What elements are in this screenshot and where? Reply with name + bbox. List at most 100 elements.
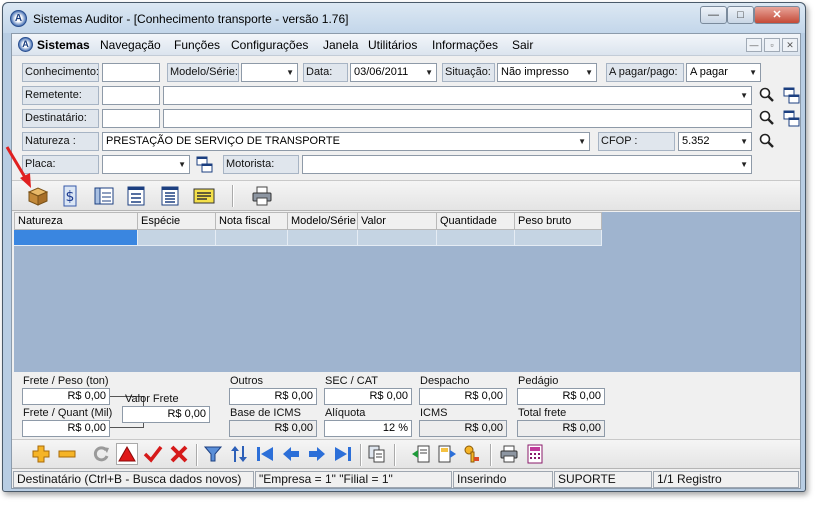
calculator-icon[interactable]: [524, 443, 546, 465]
remove-icon[interactable]: [56, 443, 78, 465]
despacho-label: Despacho: [420, 375, 470, 387]
last-record-icon[interactable]: [332, 443, 354, 465]
money-icon[interactable]: $: [58, 184, 82, 208]
grid-cell[interactable]: [138, 230, 216, 246]
close-button[interactable]: ✕: [754, 6, 800, 24]
import-icon[interactable]: [410, 443, 432, 465]
destinatario-search-icon[interactable]: [758, 109, 776, 127]
cancel-icon[interactable]: [168, 443, 190, 465]
menu-sair[interactable]: Sair: [512, 38, 533, 52]
a-pagar-pago-select[interactable]: A pagar: [686, 63, 761, 82]
data-date-picker[interactable]: 03/06/2011: [350, 63, 437, 82]
previous-record-icon[interactable]: [280, 443, 302, 465]
items-grid[interactable]: Natureza Espécie Nota fiscal Modelo/Séri…: [14, 212, 800, 372]
destinatario-name-field[interactable]: [163, 109, 752, 128]
first-record-icon[interactable]: [254, 443, 276, 465]
toolbar-separator: [196, 444, 198, 466]
modelo-serie-select[interactable]: [241, 63, 298, 82]
sort-icon[interactable]: [228, 443, 250, 465]
minimize-button[interactable]: —: [700, 6, 727, 24]
copy-record-icon[interactable]: [366, 443, 388, 465]
totals-panel: Frete / Peso (ton) R$ 0,00 Frete / Quant…: [12, 372, 800, 438]
header-form: Conhecimento: Modelo/Série: Data: 03/06/…: [12, 56, 800, 180]
menu-utilitarios[interactable]: Utilitários: [368, 38, 417, 52]
natureza-select[interactable]: PRESTAÇÃO DE SERVIÇO DE TRANSPORTE: [102, 132, 590, 151]
toolbar-separator: [394, 444, 396, 466]
export-icon[interactable]: [436, 443, 458, 465]
grid-cell[interactable]: [358, 230, 437, 246]
cfop-search-icon[interactable]: [758, 132, 776, 150]
refresh-icon[interactable]: [90, 443, 112, 465]
cfop-select[interactable]: 5.352: [678, 132, 752, 151]
toolbar-separator: [232, 185, 234, 207]
destinatario-code-field[interactable]: [102, 109, 160, 128]
menu-configuracoes[interactable]: Configurações: [231, 38, 308, 52]
placa-select[interactable]: [102, 155, 190, 174]
edit-icon[interactable]: [116, 443, 138, 465]
a-pagar-pago-label: A pagar/pago:: [606, 63, 684, 82]
grid-cell[interactable]: [288, 230, 358, 246]
cfop-label: CFOP :: [598, 132, 675, 151]
grid-cell-selected[interactable]: [14, 230, 138, 246]
key-icon[interactable]: [462, 443, 484, 465]
maximize-button[interactable]: □: [727, 6, 754, 24]
mdi-close-button[interactable]: ✕: [782, 38, 798, 52]
frete-quant-field[interactable]: R$ 0,00: [22, 420, 110, 437]
note-icon[interactable]: [192, 184, 216, 208]
app-logo-icon: A: [10, 10, 27, 27]
situacao-select[interactable]: Não impresso: [497, 63, 597, 82]
col-peso-bruto[interactable]: Peso bruto: [515, 212, 602, 230]
grid-cell[interactable]: [515, 230, 602, 246]
grid-cell[interactable]: [437, 230, 515, 246]
annotation-arrow: [5, 146, 31, 188]
app-menu-icon[interactable]: A: [18, 37, 33, 52]
col-natureza[interactable]: Natureza: [14, 212, 138, 230]
menu-funcoes[interactable]: Funções: [174, 38, 220, 52]
remetente-search-icon[interactable]: [758, 86, 776, 104]
add-icon[interactable]: [30, 443, 52, 465]
filter-icon[interactable]: [202, 443, 224, 465]
col-quantidade[interactable]: Quantidade: [437, 212, 515, 230]
outros-field[interactable]: R$ 0,00: [229, 388, 317, 405]
confirm-icon[interactable]: [142, 443, 164, 465]
conhecimento-label: Conhecimento:: [22, 63, 99, 82]
menu-sistemas[interactable]: Sistemas: [37, 38, 90, 52]
menu-informacoes[interactable]: Informações: [432, 38, 498, 52]
valor-frete-label: Valor Frete: [125, 393, 179, 405]
printer-icon[interactable]: [250, 184, 274, 208]
remetente-code-field[interactable]: [102, 86, 160, 105]
mdi-minimize-button[interactable]: —: [746, 38, 762, 52]
remetente-select[interactable]: [163, 86, 752, 105]
valor-frete-field[interactable]: R$ 0,00: [122, 406, 210, 423]
print-icon[interactable]: [498, 443, 520, 465]
remetente-label: Remetente:: [22, 86, 99, 105]
pedagio-label: Pedágio: [518, 375, 559, 387]
menu-janela[interactable]: Janela: [323, 38, 358, 52]
pedagio-field[interactable]: R$ 0,00: [517, 388, 605, 405]
toolbar-separator: [360, 444, 362, 466]
status-mode: Inserindo: [453, 471, 553, 488]
status-hint: Destinatário (Ctrl+B - Busca dados novos…: [13, 471, 254, 488]
document-list-icon[interactable]: [92, 184, 116, 208]
grid-cell[interactable]: [216, 230, 288, 246]
col-modelo-serie[interactable]: Modelo/Série: [288, 212, 358, 230]
aliquota-field[interactable]: 12 %: [324, 420, 412, 437]
situacao-label: Situação:: [442, 63, 495, 82]
placa-register-icon[interactable]: [196, 156, 214, 174]
col-especie[interactable]: Espécie: [138, 212, 216, 230]
sec-cat-field[interactable]: R$ 0,00: [324, 388, 412, 405]
frete-peso-field[interactable]: R$ 0,00: [22, 388, 110, 405]
conhecimento-field[interactable]: [102, 63, 160, 82]
next-record-icon[interactable]: [306, 443, 328, 465]
menu-navegacao[interactable]: Navegação: [100, 38, 161, 52]
col-valor[interactable]: Valor: [358, 212, 437, 230]
report-icon[interactable]: [124, 184, 148, 208]
motorista-select[interactable]: [302, 155, 752, 174]
remetente-register-icon[interactable]: [783, 87, 801, 105]
destinatario-register-icon[interactable]: [783, 110, 801, 128]
title-bar[interactable]: A Sistemas Auditor - [Conhecimento trans…: [3, 3, 805, 33]
col-nota-fiscal[interactable]: Nota fiscal: [216, 212, 288, 230]
report-detail-icon[interactable]: [158, 184, 182, 208]
despacho-field[interactable]: R$ 0,00: [419, 388, 507, 405]
mdi-restore-button[interactable]: ▫: [764, 38, 780, 52]
